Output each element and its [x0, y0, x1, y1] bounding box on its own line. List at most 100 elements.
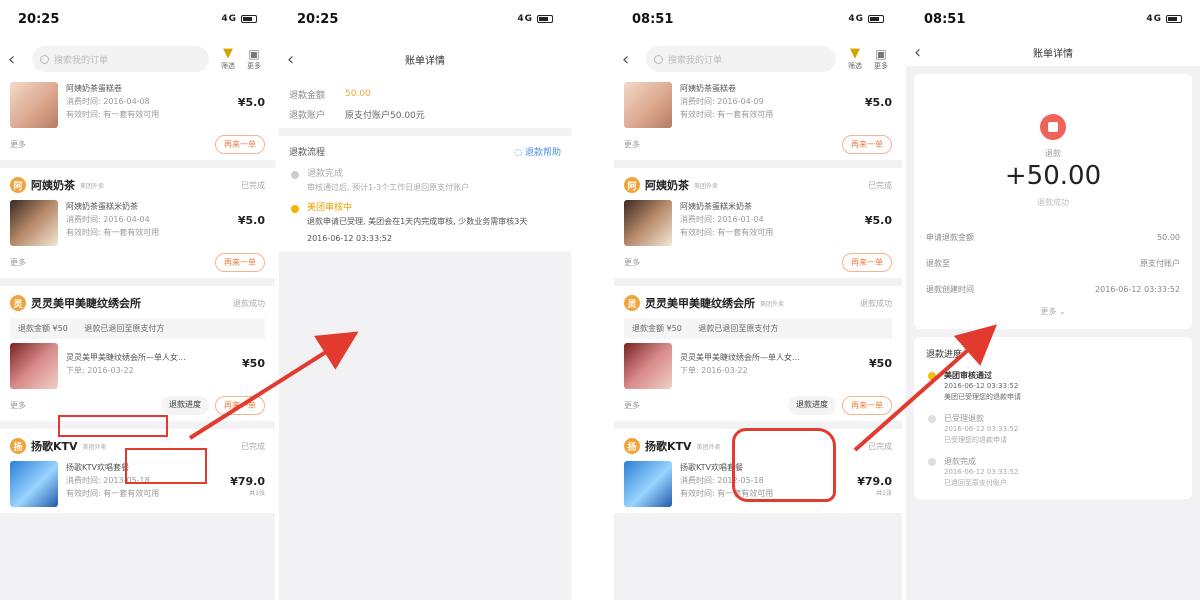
step-title: 美团审核通过	[944, 371, 992, 380]
search-input[interactable]: 搜索我的订单	[646, 46, 836, 72]
item-note: 有效时间: 有一套有效可用	[680, 228, 774, 237]
shop-logo-icon: 阿	[10, 177, 26, 193]
shop-header[interactable]: 灵 灵灵美甲美睫纹绣会所 退款成功	[10, 292, 265, 314]
order-meta: 阿姨奶茶蛋糕米奶茶 消费时间: 2016-01-04 有效时间: 有一套有效可用	[680, 200, 865, 239]
more-button[interactable]: ▣ 更多	[868, 47, 894, 71]
item-name: 阿姨奶茶蛋糕米奶茶	[680, 202, 752, 211]
back-arrow-icon[interactable]: ‹	[914, 42, 932, 63]
shop-header[interactable]: 阿 阿姨奶茶 美团外卖 已完成	[10, 174, 265, 196]
reorder-button[interactable]: 再来一单	[842, 395, 892, 415]
order-footer: 更多 再来一单	[624, 252, 892, 272]
more-link[interactable]: 更多	[624, 257, 640, 268]
item-price: ¥5.0	[864, 96, 892, 109]
order-thumbnail	[10, 461, 58, 507]
progress-step: 退款完成 2016-06-12 03:33:52 已退回至原支付账户	[926, 456, 1180, 489]
more-link[interactable]: 更多	[624, 139, 640, 150]
filter-button[interactable]: ▼ 筛选	[842, 47, 868, 71]
refund-step: 退款完成 审核通过后, 预计1-3个工作日退回原支付账户	[289, 168, 561, 194]
order-card[interactable]: 阿 阿姨奶茶 美团外卖 已完成 阿姨奶茶蛋糕米奶茶 消费时间: 2016-04-…	[0, 168, 275, 278]
order-footer: 更多 退款进度 再来一单	[10, 395, 265, 415]
order-item: 阿姨奶茶蛋糕米奶茶 消费时间: 2016-04-04 有效时间: 有一套有效可用…	[10, 200, 265, 246]
detail-row: 退款创建时间 2016-06-12 03:33:52	[926, 276, 1180, 302]
detail-value: 50.00	[1157, 232, 1180, 242]
shop-header[interactable]: 灵 灵灵美甲美睫纹绣会所 美团外卖 退款成功	[624, 292, 892, 314]
refund-help-link[interactable]: ◌ 退款帮助	[514, 145, 561, 158]
order-meta: 灵灵美甲美睫纹绣会所—单人女... 下单: 2016-03-22	[66, 343, 242, 377]
refund-flow: 退款流程 ◌ 退款帮助 退款完成 审核通过后, 预计1-3个工作日退回原支付账户…	[279, 136, 571, 251]
order-footer: 更多 再来一单	[10, 134, 265, 154]
step-title: 退款完成	[944, 457, 976, 466]
order-status: 退款成功	[860, 298, 892, 308]
refund-flow-label: 退款流程	[289, 147, 326, 158]
detail-row: 退款至 原支付账户	[926, 250, 1180, 276]
reorder-button[interactable]: 再来一单	[842, 252, 892, 272]
order-status: 已完成	[868, 441, 892, 451]
order-status: 已完成	[241, 441, 265, 451]
shop-header[interactable]: 阿 阿姨奶茶 美团外卖 已完成	[624, 174, 892, 196]
refund-flow-header: 退款流程 ◌ 退款帮助	[289, 142, 561, 160]
more-label: 更多	[874, 62, 888, 70]
item-quantity: 共1张	[876, 490, 892, 497]
reorder-button[interactable]: 再来一单	[215, 252, 265, 272]
refund-amount-value: 50.00	[345, 89, 371, 99]
shop-name: 灵灵美甲美睫纹绣会所	[31, 297, 141, 310]
item-price-block: ¥79.0 共1张	[230, 475, 265, 497]
reorder-button[interactable]: 再来一单	[215, 395, 265, 415]
filter-button[interactable]: ▼ 筛选	[215, 47, 241, 71]
order-item: 阿姨奶茶蛋糕米奶茶 消费时间: 2016-01-04 有效时间: 有一套有效可用…	[624, 200, 892, 246]
shop-tag: 美团外卖	[80, 182, 105, 190]
item-note: 有效时间: 有一套有效可用	[680, 110, 774, 119]
calendar-icon: ▣	[875, 47, 887, 61]
refund-progress-button[interactable]: 退款进度	[788, 395, 836, 415]
back-arrow-icon[interactable]: ‹	[8, 49, 26, 70]
more-link[interactable]: 更多	[10, 400, 26, 411]
progress-step: 美团审核通过 2016-06-12 03:33:52 美团已受理您的退款申请	[926, 370, 1180, 403]
status-bar: 08:51 4G	[906, 0, 1200, 38]
more-link[interactable]: 更多	[10, 257, 26, 268]
item-price-block: ¥79.0 共1张	[857, 475, 892, 497]
item-price: ¥5.0	[237, 96, 265, 109]
filter-icon: ▼	[223, 46, 233, 61]
item-name: 灵灵美甲美睫纹绣会所—单人女...	[66, 353, 186, 362]
refund-icon	[1040, 114, 1066, 140]
more-label: 更多	[247, 62, 261, 70]
step-time: 2016-06-12 03:33:52	[944, 382, 1019, 390]
shop-name: 阿姨奶茶	[645, 179, 689, 192]
item-price: ¥5.0	[864, 214, 892, 227]
refund-account-value: 原支付账户50.00元	[345, 110, 425, 121]
more-toggle[interactable]: 更多 ⌄	[926, 302, 1180, 321]
reorder-button[interactable]: 再来一单	[215, 134, 265, 154]
highlight-date-box	[58, 415, 168, 437]
refund-amount-row: 退款金额 50.00	[289, 84, 561, 104]
search-input[interactable]: 搜索我的订单	[32, 46, 209, 72]
status-time: 20:25	[18, 11, 60, 27]
back-arrow-icon[interactable]: ‹	[287, 49, 305, 70]
order-card[interactable]: 阿姨奶茶蛋糕卷 消费时间: 2016-04-08 有效时间: 有一套有效可用 ¥…	[0, 80, 275, 160]
bill-detail-screen-1: 20:25 4G ‹ 账单详情 退款金额 50.00 退款账户 原支付账户50.00…	[279, 0, 571, 600]
reorder-button[interactable]: 再来一单	[842, 134, 892, 154]
step-desc: 已受理您的退款申请	[944, 436, 1007, 444]
step-time: 2016-06-12 03:33:52	[307, 234, 392, 243]
calendar-icon: ▣	[248, 47, 260, 61]
order-card[interactable]: 灵 灵灵美甲美睫纹绣会所 退款成功 退款金额 ¥50 退款已退回至原支付方 灵灵…	[0, 286, 275, 421]
title-bar: ‹ 账单详情	[906, 38, 1200, 66]
step-dot	[291, 205, 299, 213]
order-card[interactable]: 阿姨奶茶蛋糕卷 消费时间: 2016-04-09 有效时间: 有一套有效可用 ¥…	[614, 80, 902, 160]
highlight-refund-button-loop	[732, 428, 836, 502]
more-button[interactable]: ▣ 更多	[241, 47, 267, 71]
shop-tag: 美团外卖	[760, 300, 785, 308]
more-link[interactable]: 更多	[624, 400, 640, 411]
item-quantity: 共1张	[249, 490, 265, 497]
item-name: 阿姨奶茶蛋糕米奶茶	[66, 202, 138, 211]
back-arrow-icon[interactable]: ‹	[622, 49, 640, 70]
more-link[interactable]: 更多	[10, 139, 26, 150]
refund-progress-button[interactable]: 退款进度	[161, 395, 209, 415]
order-card[interactable]: 阿 阿姨奶茶 美团外卖 已完成 阿姨奶茶蛋糕米奶茶 消费时间: 2016-01-…	[614, 168, 902, 278]
step-title: 已受理退款	[944, 414, 984, 423]
shop-logo-icon: 扬	[624, 438, 640, 454]
order-card[interactable]: 灵 灵灵美甲美睫纹绣会所 美团外卖 退款成功 退款金额 ¥50 退款已退回至原支…	[614, 286, 902, 421]
item-price: ¥50	[242, 357, 265, 370]
shop-logo-icon: 灵	[10, 295, 26, 311]
refund-label: 退款	[1045, 149, 1061, 158]
refund-amount-card: 退款 +50.00 退款成功 申请退款金额 50.00 退款至 原支付账户 退款创建…	[914, 74, 1192, 329]
